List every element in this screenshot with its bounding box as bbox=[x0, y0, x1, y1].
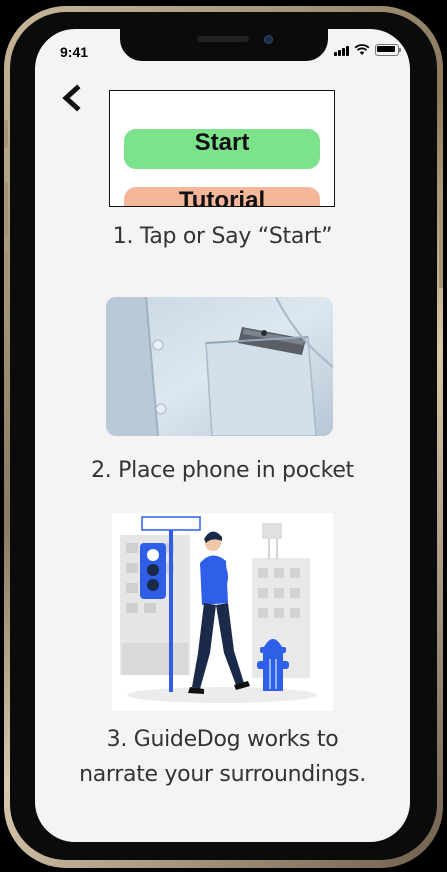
speaker-grille bbox=[197, 36, 249, 42]
notch bbox=[120, 29, 328, 61]
man-walking-street-illustration bbox=[112, 513, 333, 711]
volume-down-button bbox=[4, 252, 8, 308]
battery-icon bbox=[375, 44, 401, 56]
step-2-text: 2. Place phone in pocket bbox=[91, 458, 354, 483]
app-preview-thumbnail: Start Tutorial bbox=[109, 90, 335, 207]
cellular-signal-icon bbox=[334, 45, 349, 56]
power-button bbox=[439, 200, 443, 288]
volume-up-button bbox=[4, 182, 8, 238]
step-1-text: 1. Tap or Say “Start” bbox=[112, 224, 333, 249]
step-3-text-line-2: narrate your surroundings. bbox=[79, 762, 366, 787]
back-button[interactable] bbox=[58, 84, 84, 112]
shirt-pocket-phone-photo bbox=[106, 297, 333, 436]
status-icons bbox=[334, 44, 401, 56]
chevron-left-icon bbox=[62, 84, 81, 112]
status-time: 9:41 bbox=[60, 44, 89, 60]
step-3-text-line-1: 3. GuideDog works to bbox=[106, 727, 339, 752]
front-camera bbox=[264, 35, 273, 44]
preview-start-button: Start bbox=[124, 129, 320, 169]
wifi-icon bbox=[354, 44, 370, 55]
mute-switch bbox=[4, 120, 8, 148]
preview-tutorial-button: Tutorial bbox=[124, 187, 320, 206]
phone-frame: 9:41 Start Tutorial 1. Tap or Say “Start… bbox=[0, 0, 447, 872]
